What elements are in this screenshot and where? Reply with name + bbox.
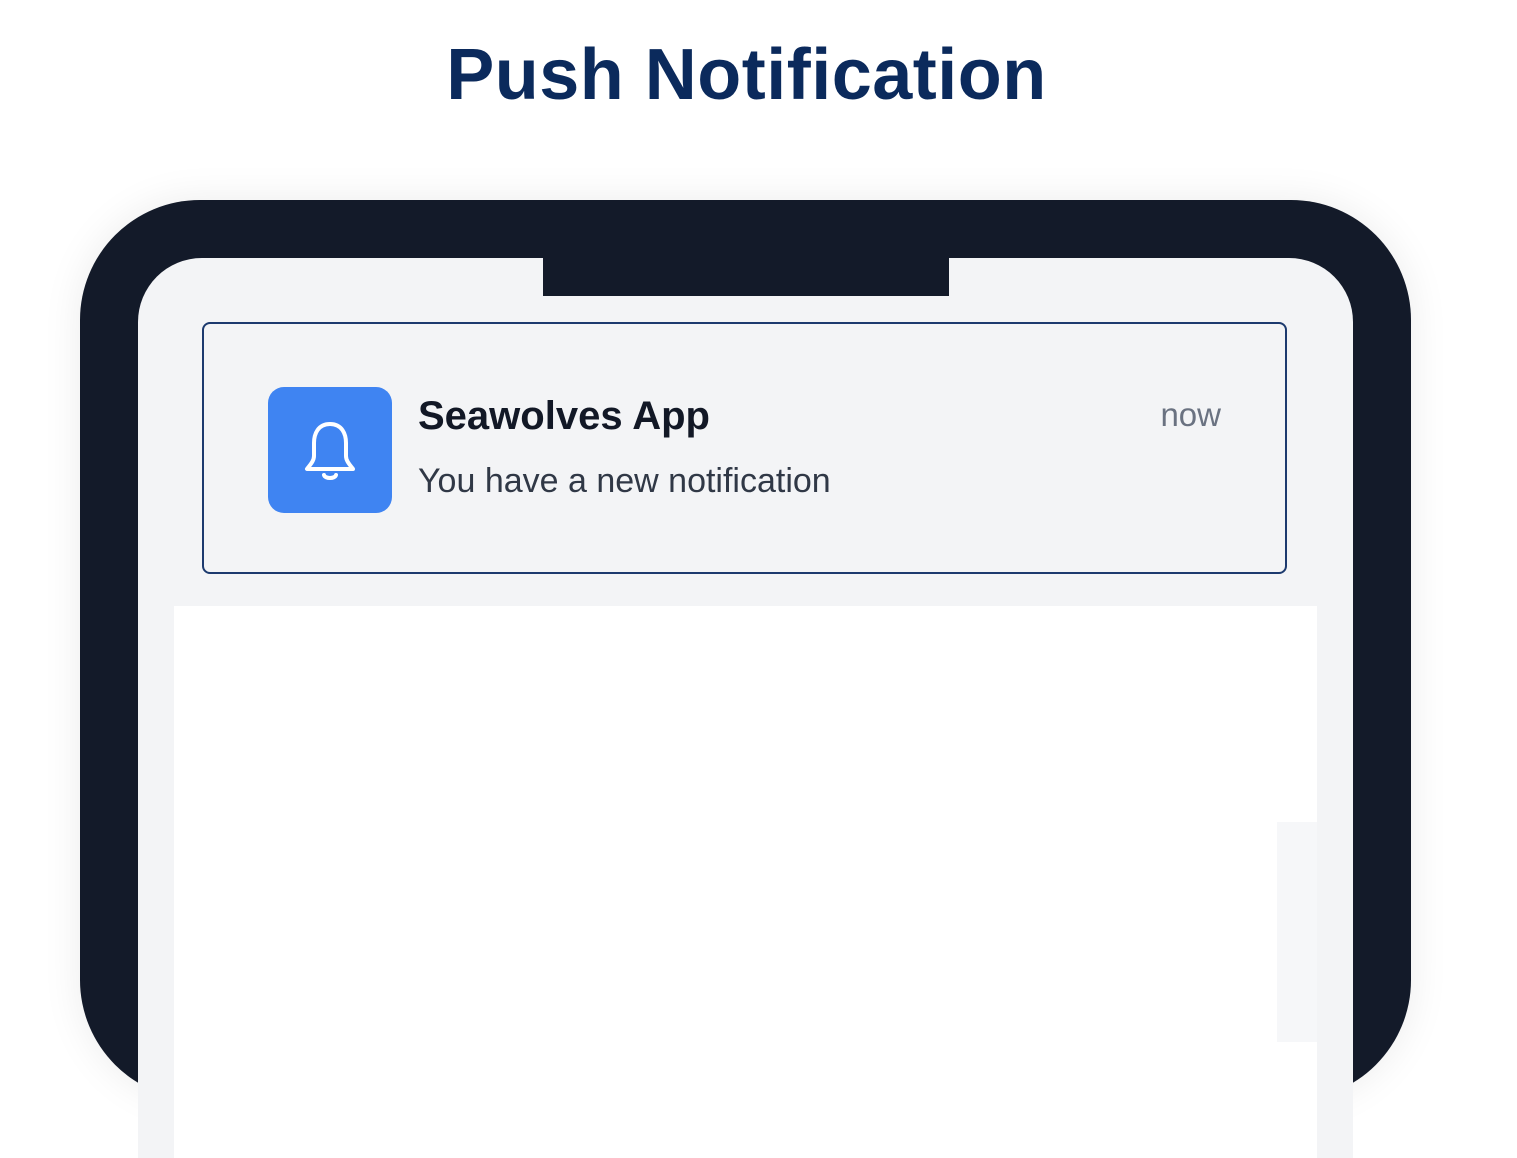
screen-content-area <box>174 606 1317 1158</box>
push-notification-card[interactable]: Seawolves App You have a new notificatio… <box>202 322 1287 574</box>
scroll-indicator <box>1277 822 1317 1042</box>
notification-message: You have a new notification <box>418 462 831 500</box>
phone-frame: Seawolves App You have a new notificatio… <box>80 200 1411 1158</box>
notification-app-name: Seawolves App <box>418 394 710 438</box>
phone-notch <box>543 258 949 296</box>
page-title: Push Notification <box>446 35 1047 115</box>
bell-icon <box>305 422 355 480</box>
app-icon <box>268 387 392 513</box>
phone-screen: Seawolves App You have a new notificatio… <box>138 258 1353 1158</box>
notification-time: now <box>1160 396 1221 433</box>
